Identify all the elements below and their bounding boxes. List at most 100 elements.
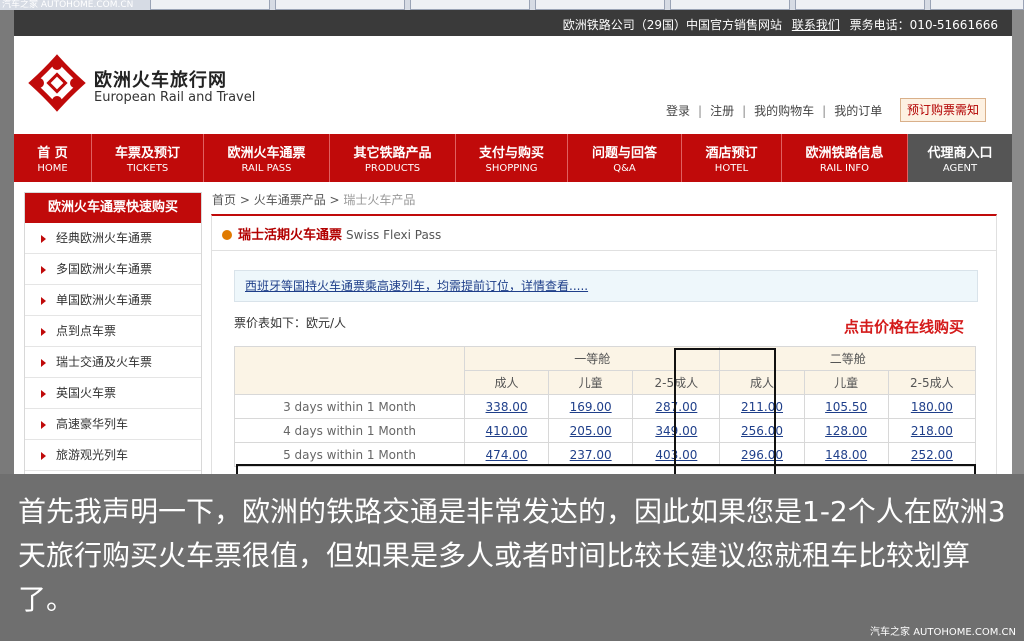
arrow-right-icon xyxy=(41,234,46,243)
arrow-right-icon xyxy=(41,389,46,398)
sidebar-item[interactable]: 英国火车票 xyxy=(25,378,201,409)
contact-link[interactable]: 联系我们 xyxy=(792,18,840,32)
table-row: 3 days within 1 Month 338.00 169.00 287.… xyxy=(234,394,977,419)
price-link[interactable]: 105.50 xyxy=(825,400,867,414)
login-link[interactable]: 登录 xyxy=(666,104,690,118)
sidebar-item[interactable]: 点到点车票 xyxy=(25,316,201,347)
price-table-label: 票价表如下：欧元/人 xyxy=(234,316,347,330)
sidebar-item[interactable]: 多国欧洲火车通票 xyxy=(25,254,201,285)
second-class-header: 二等舱 xyxy=(719,346,976,371)
browser-tab-strip: 汽车之家 AUTOHOME.COM.CN xyxy=(0,0,1024,10)
quick-buy-sidebar: 欧洲火车通票快速购买 经典欧洲火车通票 多国欧洲火车通票 单国欧洲火车通票 点到… xyxy=(24,192,202,482)
empty-header-cell xyxy=(234,346,465,395)
nav-item-products[interactable]: 其它铁路产品 PRODUCTS xyxy=(330,134,456,182)
browser-tab[interactable] xyxy=(410,0,530,10)
divider xyxy=(212,250,996,251)
price-link[interactable]: 296.00 xyxy=(741,448,783,462)
browser-tab[interactable] xyxy=(670,0,790,10)
table-row: 5 days within 1 Month 474.00 237.00 403.… xyxy=(234,442,977,467)
screenshot-root: 汽车之家 AUTOHOME.COM.CN 欧洲铁路公司（29国）中国官方销售网站… xyxy=(0,0,1024,641)
price-link[interactable]: 180.00 xyxy=(911,400,953,414)
row-label: 3 days within 1 Month xyxy=(234,394,465,419)
sidebar-item[interactable]: 单国欧洲火车通票 xyxy=(25,285,201,316)
sidebar-title: 欧洲火车通票快速购买 xyxy=(25,193,201,223)
source-credit: 汽车之家 AUTOHOME.COM.CN xyxy=(870,627,1016,638)
logo-title-cn: 欧洲火车旅行网 xyxy=(94,70,227,91)
bullet-icon xyxy=(222,230,232,240)
col-group: 2-5成人 xyxy=(632,370,721,395)
table-header-row: 一等舱 二等舱 xyxy=(234,346,976,395)
browser-tab[interactable] xyxy=(930,0,1024,10)
top-info: 欧洲铁路公司（29国）中国官方销售网站 联系我们 票务电话：010-516616… xyxy=(563,16,998,33)
notice-bar: 西班牙等国持火车通票乘高速列车，均需提前订位，详情查看..... xyxy=(234,270,978,302)
browser-tab[interactable] xyxy=(150,0,270,10)
price-link[interactable]: 287.00 xyxy=(655,400,697,414)
nav-item-qa[interactable]: 问题与回答 Q&A xyxy=(568,134,682,182)
col-adult: 成人 xyxy=(463,370,550,395)
sidebar-item[interactable]: 旅游观光列车 xyxy=(25,440,201,471)
arrow-right-icon xyxy=(41,358,46,367)
nav-item-rail-info[interactable]: 欧洲铁路信息 RAIL INFO xyxy=(782,134,908,182)
breadcrumb-home[interactable]: 首页 xyxy=(212,193,236,207)
price-link[interactable]: 205.00 xyxy=(570,424,612,438)
nav-item-rail-pass[interactable]: 欧洲火车通票 RAIL PASS xyxy=(204,134,330,182)
my-orders-link[interactable]: 我的订单 xyxy=(834,104,882,118)
row-label: 5 days within 1 Month xyxy=(234,442,465,467)
breadcrumb: 首页 > 火车通票产品 > 瑞士火车产品 xyxy=(212,193,416,207)
site-header: 欧洲火车旅行网 European Rail and Travel 登录 | 注册 | 我… xyxy=(14,36,1012,134)
price-link[interactable]: 252.00 xyxy=(911,448,953,462)
browser-tab[interactable] xyxy=(275,0,405,10)
price-link[interactable]: 474.00 xyxy=(486,448,528,462)
col-group: 2-5成人 xyxy=(887,370,977,395)
sidebar-item[interactable]: 高速豪华列车 xyxy=(25,409,201,440)
product-title: 瑞士活期火车通票 Swiss Flexi Pass xyxy=(222,224,441,243)
price-link[interactable]: 148.00 xyxy=(825,448,867,462)
first-class-header: 一等舱 xyxy=(463,346,721,371)
browser-tab[interactable] xyxy=(795,0,925,10)
click-to-buy-hint: 点击价格在线购买 xyxy=(844,318,965,336)
phone-number: 票务电话：010-51661666 xyxy=(849,18,998,32)
col-adult: 成人 xyxy=(719,370,805,395)
top-info-bar: 欧洲铁路公司（29国）中国官方销售网站 联系我们 票务电话：010-516616… xyxy=(14,10,1012,36)
main-nav: 首 页 HOME 车票及预订 TICKETS 欧洲火车通票 RAIL PASS 其它铁… xyxy=(14,134,1012,182)
cart-link[interactable]: 我的购物车 xyxy=(754,104,814,118)
price-table: 一等舱 二等舱 成人 儿童 2-5成人 成人 儿童 2-5成人 3 days w… xyxy=(234,346,977,467)
nav-item-tickets[interactable]: 车票及预订 TICKETS xyxy=(92,134,204,182)
watermark-text: 汽车之家 AUTOHOME.COM.CN xyxy=(2,0,134,10)
price-link[interactable]: 128.00 xyxy=(825,424,867,438)
sidebar-item[interactable]: 经典欧洲火车通票 xyxy=(25,223,201,254)
logo-title-en: European Rail and Travel xyxy=(94,90,256,105)
col-child: 儿童 xyxy=(803,370,889,395)
price-link[interactable]: 237.00 xyxy=(570,448,612,462)
left-margin xyxy=(0,10,14,480)
register-link[interactable]: 注册 xyxy=(710,104,734,118)
arrow-right-icon xyxy=(41,265,46,274)
right-scrollbar[interactable] xyxy=(1012,10,1024,480)
arrow-right-icon xyxy=(41,451,46,460)
price-link[interactable]: 218.00 xyxy=(911,424,953,438)
caption-overlay: 首先我声明一下，欧洲的铁路交通是非常发达的，因此如果您是1-2个人在欧洲3天旅行… xyxy=(0,474,1024,641)
booking-notice-button[interactable]: 预订购票需知 xyxy=(900,98,986,122)
breadcrumb-current: 瑞士火车产品 xyxy=(343,193,416,207)
breadcrumb-rail-pass[interactable]: 火车通票产品 xyxy=(254,193,326,207)
price-link[interactable]: 256.00 xyxy=(741,424,783,438)
price-link[interactable]: 338.00 xyxy=(486,400,528,414)
price-link[interactable]: 211.00 xyxy=(741,400,783,414)
nav-item-shopping[interactable]: 支付与购买 SHOPPING xyxy=(456,134,568,182)
notice-link[interactable]: 西班牙等国持火车通票乘高速列车，均需提前订位，详情查看..... xyxy=(245,279,588,293)
site-description: 欧洲铁路公司（29国）中国官方销售网站 xyxy=(562,18,782,32)
arrow-right-icon xyxy=(41,296,46,305)
price-link[interactable]: 169.00 xyxy=(570,400,612,414)
nav-item-agent[interactable]: 代理商入口 AGENT xyxy=(908,134,1012,182)
col-child: 儿童 xyxy=(548,370,634,395)
row-label: 4 days within 1 Month xyxy=(234,418,465,443)
user-links: 登录 | 注册 | 我的购物车 | 我的订单 xyxy=(666,104,883,118)
price-link[interactable]: 403.00 xyxy=(655,448,697,462)
nav-item-home[interactable]: 首 页 HOME xyxy=(14,134,92,182)
logo-icon[interactable] xyxy=(28,54,86,112)
sidebar-item[interactable]: 瑞士交通及火车票 xyxy=(25,347,201,378)
price-link[interactable]: 349.00 xyxy=(655,424,697,438)
price-link[interactable]: 410.00 xyxy=(486,424,528,438)
nav-item-hotel[interactable]: 酒店预订 HOTEL xyxy=(682,134,782,182)
browser-tab[interactable] xyxy=(535,0,665,10)
